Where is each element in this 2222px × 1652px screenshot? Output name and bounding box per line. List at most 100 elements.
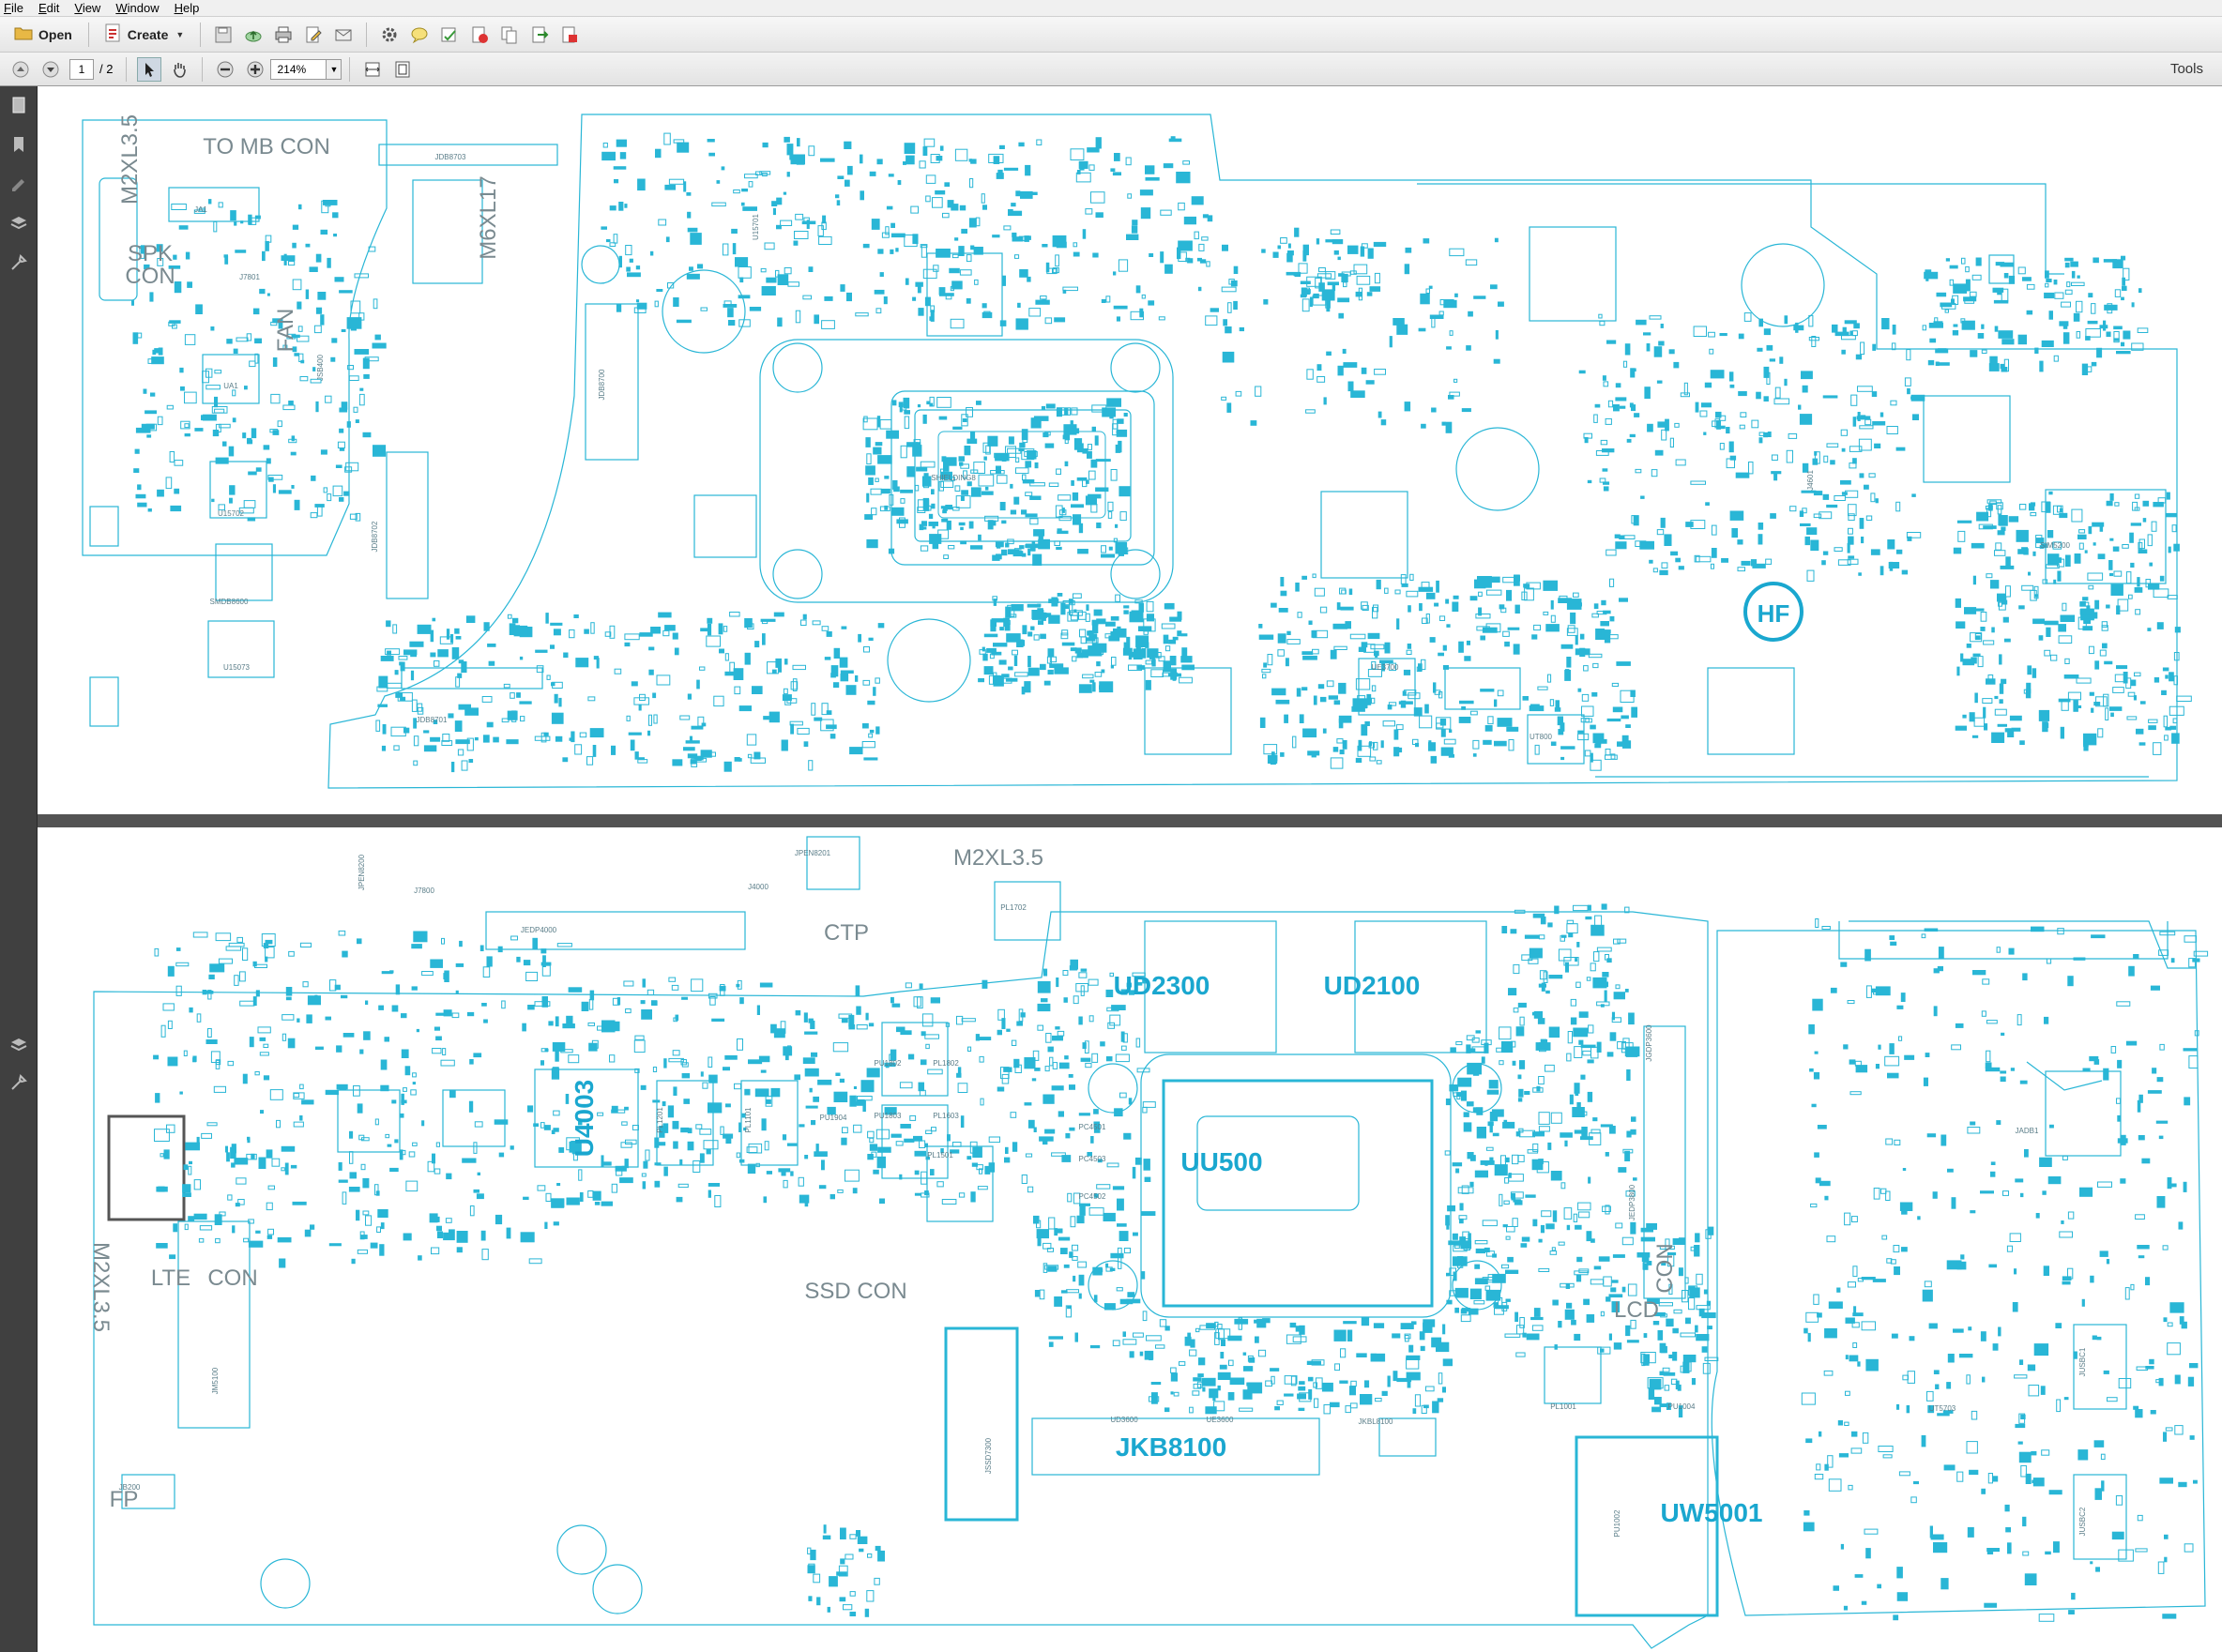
create-button[interactable]: Create ▼ <box>97 22 193 48</box>
smd-part <box>702 1082 708 1089</box>
smd-part <box>787 281 800 287</box>
connector <box>378 144 558 166</box>
smd-part <box>959 269 972 276</box>
smd-part <box>2009 715 2022 721</box>
smd-part <box>988 1136 1001 1144</box>
smd-part <box>2091 303 2096 314</box>
smd-part <box>1459 1203 1464 1211</box>
tools-pane-button[interactable]: Tools <box>2170 61 2203 77</box>
smd-part <box>2088 645 2094 655</box>
zoom-out-icon[interactable] <box>213 57 237 82</box>
smd-part <box>711 1018 725 1022</box>
smd-part <box>637 178 646 191</box>
smd-part <box>1504 1157 1510 1163</box>
pdf-export-icon[interactable] <box>467 23 492 47</box>
previous-page-icon[interactable] <box>8 57 33 82</box>
smd-part <box>1657 421 1666 428</box>
smd-part <box>641 1009 652 1020</box>
page-number-input[interactable]: 1 <box>69 58 94 80</box>
smd-part <box>1547 1142 1552 1150</box>
print-icon[interactable] <box>271 23 296 47</box>
smd-part <box>1003 1067 1012 1072</box>
smd-part <box>1072 492 1079 501</box>
edit-document-icon[interactable] <box>301 23 326 47</box>
smd-part <box>1993 299 2009 304</box>
smd-part <box>1602 375 1606 381</box>
protect-icon[interactable] <box>557 23 582 47</box>
export-icon[interactable] <box>527 23 552 47</box>
smd-part <box>1339 587 1347 595</box>
smd-part <box>804 1197 809 1207</box>
smd-part <box>970 245 975 250</box>
hand-tool-icon[interactable] <box>167 57 191 82</box>
smd-part <box>679 1159 683 1165</box>
menu-help[interactable]: Help <box>175 1 200 15</box>
smd-part <box>1316 376 1326 383</box>
zoom-level-input[interactable]: 214% <box>270 58 327 80</box>
signature-icon[interactable] <box>8 173 30 195</box>
smd-part <box>1704 382 1712 388</box>
open-button[interactable]: Open <box>6 22 81 48</box>
smd-part <box>1575 1088 1579 1097</box>
fit-width-icon[interactable] <box>360 57 385 82</box>
smd-part <box>218 202 223 208</box>
smd-part <box>1763 328 1771 336</box>
zoom-in-icon[interactable] <box>243 57 267 82</box>
smd-part <box>1893 1614 1899 1621</box>
smd-part <box>1347 1329 1353 1341</box>
fit-page-icon[interactable] <box>390 57 415 82</box>
smd-part <box>2048 1490 2062 1495</box>
smd-part <box>1983 706 1986 719</box>
smd-part <box>952 426 963 430</box>
smd-part <box>1933 1370 1940 1374</box>
smd-part <box>1540 1224 1545 1234</box>
smd-part <box>1047 669 1054 674</box>
smd-part <box>1051 1085 1064 1091</box>
smd-part <box>961 228 967 234</box>
sign-icon[interactable] <box>437 23 462 47</box>
select-tool-icon[interactable] <box>137 56 162 82</box>
layers-icon[interactable] <box>8 212 30 235</box>
tools-icon[interactable] <box>8 1071 30 1094</box>
comment-icon[interactable] <box>407 23 432 47</box>
smd-part <box>1069 1084 1075 1090</box>
component <box>1707 667 1795 755</box>
menu-file[interactable]: File <box>4 1 23 15</box>
email-icon[interactable] <box>331 23 356 47</box>
combine-files-icon[interactable] <box>497 23 522 47</box>
smd-part <box>461 760 468 771</box>
smd-part <box>1569 1094 1574 1105</box>
smd-part <box>1875 498 1879 504</box>
smd-part <box>936 1181 944 1188</box>
smd-part <box>1656 380 1663 384</box>
menu-window[interactable]: Window <box>115 1 159 15</box>
gear-icon[interactable] <box>377 23 402 47</box>
smd-part <box>2156 1196 2166 1208</box>
smd-part <box>152 349 157 356</box>
smd-part <box>1008 209 1013 215</box>
smd-part <box>1957 530 1966 542</box>
smd-part <box>874 289 885 295</box>
smd-part <box>2116 665 2128 670</box>
menu-view[interactable]: View <box>74 1 100 15</box>
tools-icon[interactable] <box>8 251 30 274</box>
smd-part <box>1611 1280 1619 1283</box>
smd-part <box>1256 1318 1267 1328</box>
component <box>1923 395 2011 483</box>
cloud-upload-icon[interactable] <box>241 23 266 47</box>
chevron-down-icon[interactable]: ▼ <box>327 58 342 80</box>
page-thumbnails-icon[interactable] <box>8 94 30 116</box>
layers-icon[interactable] <box>8 1034 30 1056</box>
save-icon[interactable] <box>211 23 236 47</box>
smd-part <box>2091 361 2097 367</box>
smd-part <box>1491 576 1500 584</box>
document-view[interactable]: M2XL3.5 TO MB CON JDB8703 M6XL17 SPK CON JA1 J7… <box>38 86 2222 1652</box>
smd-part <box>1859 425 1874 430</box>
smd-part <box>1143 1159 1150 1171</box>
menu-edit[interactable]: Edit <box>38 1 59 15</box>
next-page-icon[interactable] <box>38 57 63 82</box>
smd-part <box>1574 1129 1588 1134</box>
smd-part <box>527 1105 534 1113</box>
smd-part <box>1969 712 1975 722</box>
bookmarks-icon[interactable] <box>8 133 30 156</box>
